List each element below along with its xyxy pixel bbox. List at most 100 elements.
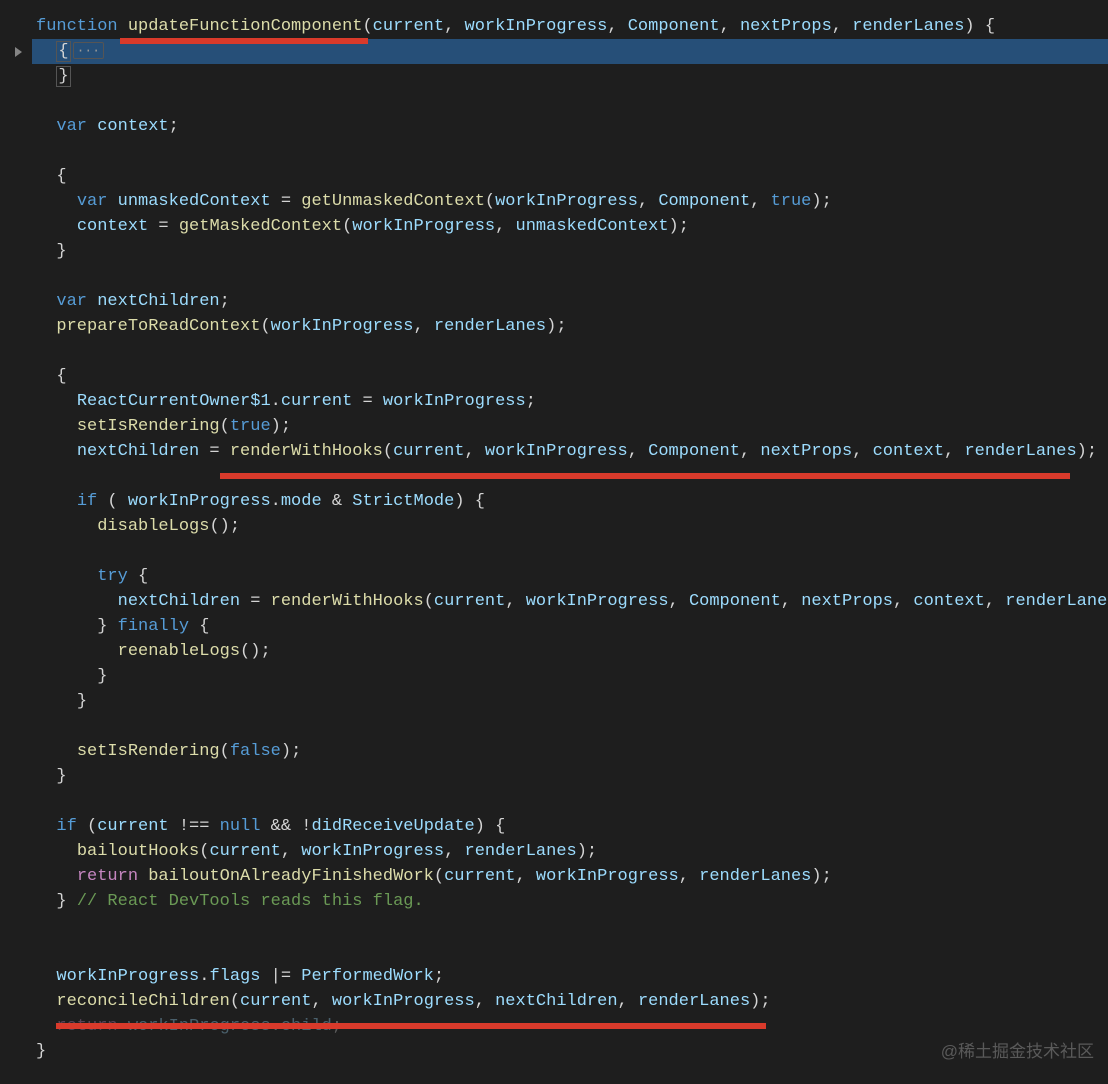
line-content[interactable]: disableLogs();: [32, 514, 1108, 539]
line-content[interactable]: }: [32, 64, 1108, 89]
line-content[interactable]: if ( workInProgress.mode & StrictMode) {: [32, 489, 1108, 514]
code-line[interactable]: {: [0, 164, 1108, 189]
line-content[interactable]: [32, 914, 1108, 939]
line-content[interactable]: if (current !== null && !didReceiveUpdat…: [32, 814, 1108, 839]
line-content[interactable]: {: [32, 364, 1108, 389]
code-line[interactable]: }: [0, 64, 1108, 89]
line-content[interactable]: } // React DevTools reads this flag.: [32, 889, 1108, 914]
code-line[interactable]: [0, 339, 1108, 364]
line-content[interactable]: reenableLogs();: [32, 639, 1108, 664]
fold-caret-icon[interactable]: [0, 39, 32, 64]
var-name: nextChildren: [118, 592, 240, 611]
space: [465, 492, 475, 511]
code-line[interactable]: if (current !== null && !didReceiveUpdat…: [0, 814, 1108, 839]
line-content[interactable]: var nextChildren;: [32, 289, 1108, 314]
fold-indicator-icon[interactable]: ···: [73, 42, 104, 59]
code-line[interactable]: [0, 264, 1108, 289]
line-content[interactable]: try {: [32, 564, 1108, 589]
paren-close: ): [1077, 442, 1087, 461]
line-content[interactable]: } finally {: [32, 614, 1108, 639]
indent: [36, 567, 97, 586]
line-content[interactable]: nextChildren = renderWithHooks(current, …: [32, 439, 1108, 464]
code-line[interactable]: workInProgress.flags |= PerformedWork;: [0, 964, 1108, 989]
code-line[interactable]: try {: [0, 564, 1108, 589]
line-content[interactable]: [32, 89, 1108, 114]
code-block[interactable]: function updateFunctionComponent(current…: [0, 14, 1108, 1064]
code-line[interactable]: }: [0, 664, 1108, 689]
code-line[interactable]: ReactCurrentOwner$1.current = workInProg…: [0, 389, 1108, 414]
code-line[interactable]: var nextChildren;: [0, 289, 1108, 314]
line-content[interactable]: }: [32, 239, 1108, 264]
line-content[interactable]: [32, 139, 1108, 164]
line-content[interactable]: nextChildren = renderWithHooks(current, …: [32, 589, 1108, 614]
code-line[interactable]: setIsRendering(true);: [0, 414, 1108, 439]
line-content[interactable]: var context;: [32, 114, 1108, 139]
code-line[interactable]: }: [0, 764, 1108, 789]
line-content[interactable]: }: [32, 664, 1108, 689]
code-line[interactable]: reenableLogs();: [0, 639, 1108, 664]
arg: Component: [648, 442, 740, 461]
indent: [36, 392, 77, 411]
code-line[interactable]: [0, 714, 1108, 739]
gutter: [0, 989, 32, 1014]
line-content[interactable]: setIsRendering(false);: [32, 739, 1108, 764]
line-content[interactable]: [32, 714, 1108, 739]
line-content[interactable]: function updateFunctionComponent(current…: [32, 14, 1108, 39]
code-line[interactable]: } // React DevTools reads this flag.: [0, 889, 1108, 914]
arg: workInProgress: [301, 842, 444, 861]
code-line[interactable]: [0, 539, 1108, 564]
line-content[interactable]: {: [32, 164, 1108, 189]
code-line[interactable]: [0, 939, 1108, 964]
indent: [36, 742, 77, 761]
code-line[interactable]: disableLogs();: [0, 514, 1108, 539]
code-line[interactable]: if ( workInProgress.mode & StrictMode) {: [0, 489, 1108, 514]
code-editor[interactable]: function updateFunctionComponent(current…: [0, 0, 1108, 1084]
line-content[interactable]: [32, 264, 1108, 289]
arg: renderLanes: [638, 992, 750, 1011]
indent: [36, 217, 77, 236]
line-content[interactable]: var unmaskedContext = getUnmaskedContext…: [32, 189, 1108, 214]
paren-close: ): [250, 642, 260, 661]
code-line[interactable]: reconcileChildren(current, workInProgres…: [0, 989, 1108, 1014]
line-content[interactable]: bailoutHooks(current, workInProgress, re…: [32, 839, 1108, 864]
line-content[interactable]: context = getMaskedContext(workInProgres…: [32, 214, 1108, 239]
code-line[interactable]: [0, 914, 1108, 939]
line-content[interactable]: reconcileChildren(current, workInProgres…: [32, 989, 1108, 1014]
code-line[interactable]: [0, 789, 1108, 814]
line-content[interactable]: setIsRendering(true);: [32, 414, 1108, 439]
code-line[interactable]: [0, 139, 1108, 164]
code-line[interactable]: nextChildren = renderWithHooks(current, …: [0, 439, 1108, 464]
code-line[interactable]: bailoutHooks(current, workInProgress, re…: [0, 839, 1108, 864]
line-content[interactable]: [32, 939, 1108, 964]
code-line[interactable]: return bailoutOnAlreadyFinishedWork(curr…: [0, 864, 1108, 889]
code-line[interactable]: {: [0, 364, 1108, 389]
line-content[interactable]: [32, 539, 1108, 564]
arg: Component: [658, 192, 750, 211]
space: [67, 892, 77, 911]
code-line[interactable]: }: [0, 239, 1108, 264]
code-line[interactable]: prepareToReadContext(workInProgress, ren…: [0, 314, 1108, 339]
comma: ,: [311, 992, 331, 1011]
code-line[interactable]: }: [0, 689, 1108, 714]
code-line[interactable]: [0, 89, 1108, 114]
line-content[interactable]: ReactCurrentOwner$1.current = workInProg…: [32, 389, 1108, 414]
code-line[interactable]: function updateFunctionComponent(current…: [0, 14, 1108, 39]
literal: true: [771, 192, 812, 211]
line-content[interactable]: [32, 339, 1108, 364]
line-content[interactable]: [32, 789, 1108, 814]
paren-open: (: [230, 992, 240, 1011]
arg: workInProgress: [536, 867, 679, 886]
code-line[interactable]: var context;: [0, 114, 1108, 139]
code-line[interactable]: var unmaskedContext = getUnmaskedContext…: [0, 189, 1108, 214]
line-content[interactable]: prepareToReadContext(workInProgress, ren…: [32, 314, 1108, 339]
line-content[interactable]: }: [32, 689, 1108, 714]
line-content[interactable]: workInProgress.flags |= PerformedWork;: [32, 964, 1108, 989]
code-line[interactable]: context = getMaskedContext(workInProgres…: [0, 214, 1108, 239]
code-line[interactable]: setIsRendering(false);: [0, 739, 1108, 764]
code-line[interactable]: nextChildren = renderWithHooks(current, …: [0, 589, 1108, 614]
line-content[interactable]: return bailoutOnAlreadyFinishedWork(curr…: [32, 864, 1108, 889]
bracket: {: [56, 41, 70, 62]
line-content[interactable]: }: [32, 764, 1108, 789]
code-line[interactable]: } finally {: [0, 614, 1108, 639]
op: &: [322, 492, 353, 511]
